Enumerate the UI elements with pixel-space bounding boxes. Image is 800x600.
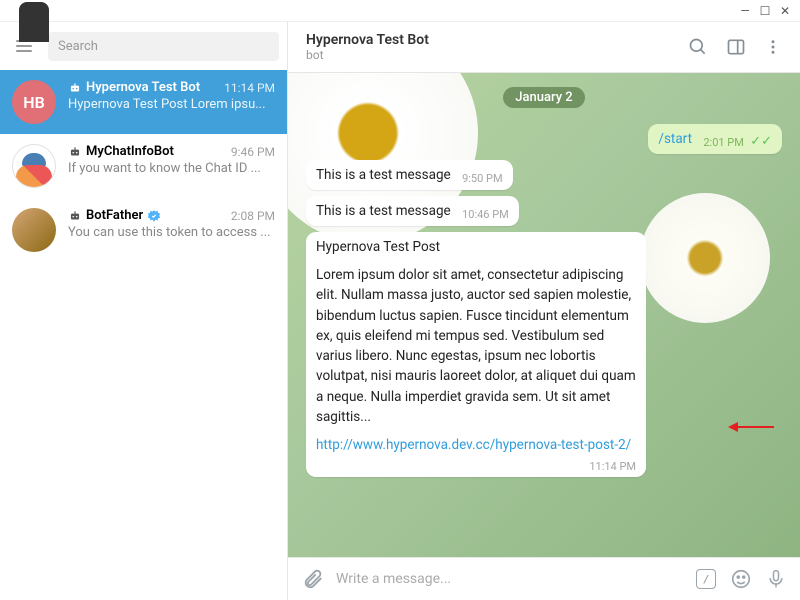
search-input[interactable]: Search bbox=[48, 32, 279, 61]
chat-preview: Hypernova Test Post Lorem ipsu... bbox=[68, 97, 275, 112]
sidebar: Search HB Hypernova Test Bot 11:14 PM Hy… bbox=[0, 22, 288, 600]
message-outgoing[interactable]: /start 2:01 PM ✓✓ bbox=[648, 124, 782, 154]
post-title: Hypernova Test Post bbox=[316, 239, 636, 255]
chat-time: 11:14 PM bbox=[224, 81, 275, 95]
verified-icon bbox=[147, 209, 161, 223]
chat-view: Hypernova Test Bot bot January 2 /start … bbox=[288, 22, 800, 600]
attach-icon[interactable] bbox=[302, 568, 324, 590]
message-text: This is a test message bbox=[316, 167, 451, 183]
chat-time: 9:46 PM bbox=[231, 145, 275, 159]
messages-area[interactable]: January 2 /start 2:01 PM ✓✓ This is a te… bbox=[288, 73, 800, 557]
bot-icon bbox=[68, 209, 82, 223]
chat-name: MyChatInfoBot bbox=[86, 144, 174, 159]
post-body: Lorem ipsum dolor sit amet, consectetur … bbox=[316, 265, 636, 427]
chat-preview: If you want to know the Chat ID ... bbox=[68, 161, 275, 176]
format-icon[interactable]: / bbox=[696, 569, 716, 589]
sidepanel-icon[interactable] bbox=[726, 37, 746, 57]
message-post[interactable]: Hypernova Test Post Lorem ipsum dolor si… bbox=[306, 232, 646, 477]
chat-title[interactable]: Hypernova Test Bot bbox=[306, 32, 429, 48]
bot-icon bbox=[68, 145, 82, 159]
chat-subtitle: bot bbox=[306, 48, 429, 62]
more-icon[interactable] bbox=[764, 38, 782, 56]
emoji-icon[interactable] bbox=[730, 568, 752, 590]
message-text: This is a test message bbox=[316, 203, 451, 219]
message-time: 2:01 PM bbox=[703, 136, 743, 149]
avatar: HB bbox=[12, 80, 56, 124]
window-close-button[interactable]: ✕ bbox=[778, 4, 792, 18]
search-icon[interactable] bbox=[688, 37, 708, 57]
microphone-icon[interactable] bbox=[766, 568, 786, 590]
avatar bbox=[12, 144, 56, 188]
chat-item-mychatinfobot[interactable]: MyChatInfoBot 9:46 PM If you want to kno… bbox=[0, 134, 287, 198]
message-input[interactable]: Write a message... bbox=[336, 571, 684, 587]
message-time: 10:46 PM bbox=[462, 208, 509, 221]
chat-name: Hypernova Test Bot bbox=[86, 80, 200, 95]
chat-item-hypernova[interactable]: HB Hypernova Test Bot 11:14 PM Hypernova… bbox=[0, 70, 287, 134]
window-maximize-button[interactable]: ☐ bbox=[758, 4, 772, 18]
chat-preview: You can use this token to access ... bbox=[68, 225, 275, 240]
chat-item-botfather[interactable]: BotFather 2:08 PM You can use this token… bbox=[0, 198, 287, 262]
window-minimize-button[interactable]: — bbox=[738, 4, 752, 18]
window-titlebar: — ☐ ✕ bbox=[0, 0, 800, 22]
post-link[interactable]: http://www.hypernova.dev.cc/hypernova-te… bbox=[316, 437, 631, 453]
message-time: 11:14 PM bbox=[589, 460, 636, 473]
chat-list: HB Hypernova Test Bot 11:14 PM Hypernova… bbox=[0, 70, 287, 600]
message-composer: Write a message... / bbox=[288, 557, 800, 600]
chat-header: Hypernova Test Bot bot bbox=[288, 22, 800, 73]
chat-time: 2:08 PM bbox=[231, 209, 275, 223]
date-badge: January 2 bbox=[503, 87, 584, 108]
message-text: /start bbox=[658, 131, 692, 147]
bot-icon bbox=[68, 81, 82, 95]
avatar bbox=[12, 208, 56, 252]
message-incoming[interactable]: This is a test message 10:46 PM bbox=[306, 196, 519, 226]
read-checks-icon: ✓✓ bbox=[750, 134, 772, 149]
message-time: 9:50 PM bbox=[462, 172, 502, 185]
message-incoming[interactable]: This is a test message 9:50 PM bbox=[306, 160, 513, 190]
chat-name: BotFather bbox=[86, 208, 143, 223]
